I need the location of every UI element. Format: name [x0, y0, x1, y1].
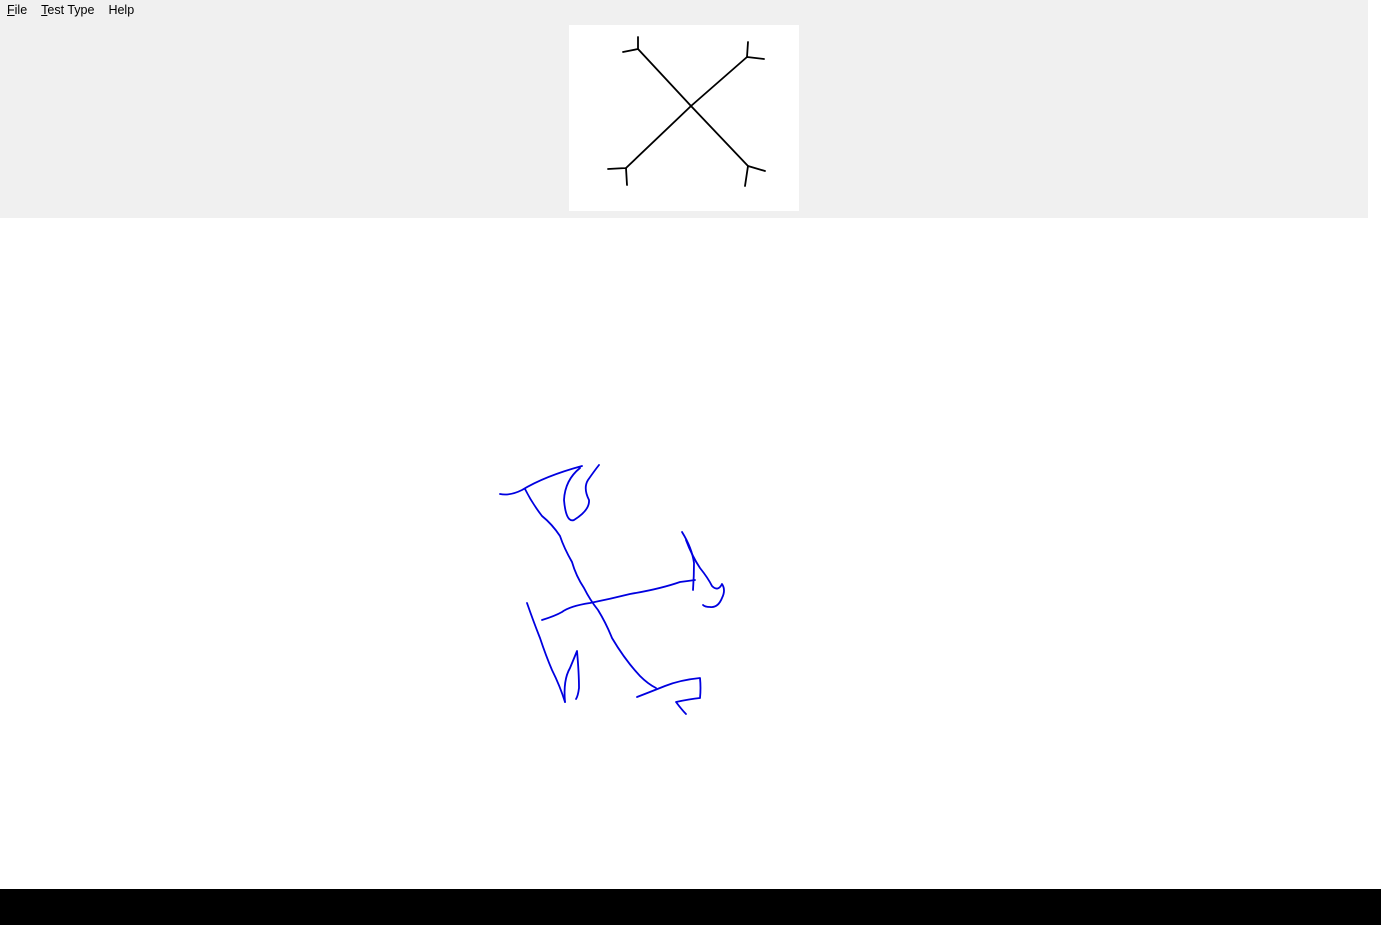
- ink-stroke-cross-bar: [541, 579, 696, 621]
- taskbar: [0, 889, 1381, 925]
- reference-arrow-top-right: [746, 41, 765, 60]
- x-cross-reference-icon: [607, 36, 766, 187]
- menu-file-label: ile: [14, 3, 28, 17]
- ink-stroke-main-diagonal: [524, 488, 657, 689]
- reference-diagonal-up: [625, 56, 748, 169]
- reference-image-panel: [569, 25, 799, 211]
- reference-arrow-bottom-left: [607, 167, 628, 186]
- reference-arrow-top-left: [622, 36, 639, 53]
- handwriting-ink-layer: [499, 464, 725, 715]
- app-window: File Test Type Help: [0, 0, 1368, 889]
- menu-bar: File Test Type Help: [0, 0, 560, 20]
- menu-test-type[interactable]: Test Type: [34, 0, 101, 20]
- reference-arrow-bottom-right: [744, 165, 766, 187]
- reference-diagonal-down: [637, 48, 749, 167]
- menu-file[interactable]: File: [0, 0, 34, 20]
- ink-stroke-bottom-left-hook: [563, 650, 580, 703]
- menu-test-type-label: est Type: [47, 3, 95, 17]
- drawing-canvas[interactable]: [0, 218, 1368, 889]
- window-right-edge: [1368, 0, 1381, 889]
- menu-file-mnemonic: F: [7, 3, 15, 17]
- ink-stroke-bottom-right-bar: [636, 677, 702, 715]
- menu-help[interactable]: Help: [101, 0, 141, 20]
- ink-stroke-top-loop: [563, 464, 600, 522]
- menu-help-label: Help: [108, 3, 135, 17]
